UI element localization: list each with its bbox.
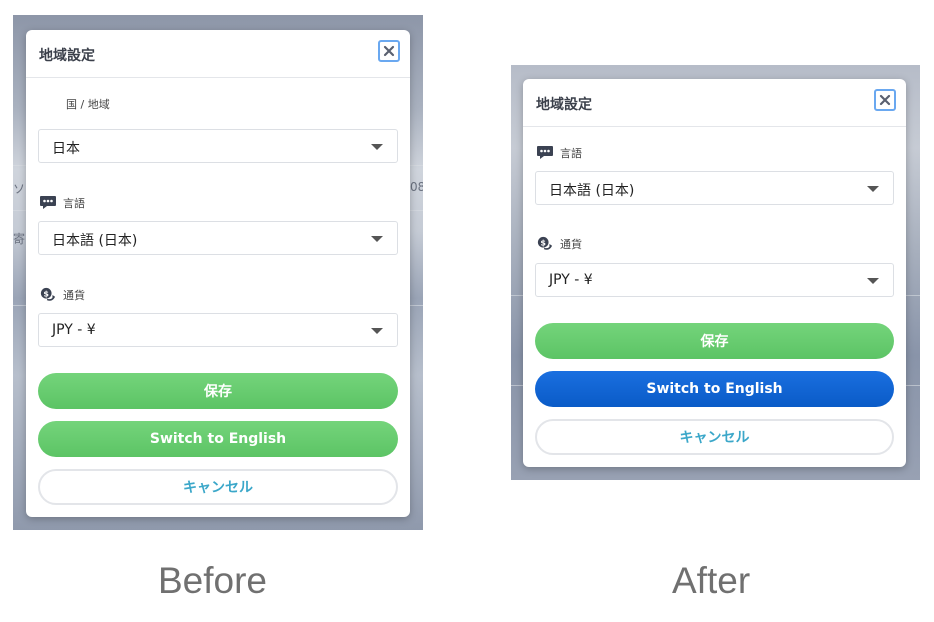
language-select[interactable]: 日本語 (日本) (38, 221, 398, 255)
dropdown-caret-icon (371, 144, 383, 150)
country-label: 国 / 地域 (66, 98, 110, 111)
currency-label-row: $ 通貨 (536, 236, 582, 252)
region-settings-dialog-before: 地域設定 国 / 地域 日本 言語 日本語 (日本) $ 通貨 JPY - ¥ … (26, 30, 410, 517)
close-button[interactable] (378, 40, 400, 62)
currency-exchange-icon: $ (40, 287, 56, 301)
currency-value: JPY - ¥ (549, 272, 593, 288)
dialog-title: 地域設定 (39, 48, 95, 64)
svg-text:$: $ (43, 289, 49, 298)
close-icon (383, 45, 395, 57)
currency-select[interactable]: JPY - ¥ (38, 313, 398, 347)
background-text: ソ (13, 182, 26, 196)
cancel-button[interactable]: キャンセル (535, 419, 894, 455)
currency-label: 通貨 (63, 289, 85, 302)
language-label-row: 言語 (39, 195, 85, 211)
background-text: 寄 (13, 232, 26, 246)
language-value: 日本語 (日本) (52, 233, 138, 249)
close-button[interactable] (874, 89, 896, 111)
svg-text:$: $ (540, 238, 546, 247)
cancel-button[interactable]: キャンセル (38, 469, 398, 505)
dropdown-caret-icon (371, 236, 383, 242)
currency-label: 通貨 (560, 238, 582, 251)
currency-label-row: $ 通貨 (39, 287, 85, 303)
country-value: 日本 (52, 141, 80, 157)
dialog-header: 地域設定 (26, 30, 410, 78)
currency-exchange-icon: $ (537, 236, 553, 250)
region-settings-dialog-after: 地域設定 言語 日本語 (日本) $ 通貨 JPY - ¥ 保存 Switch … (523, 79, 906, 467)
dialog-title: 地域設定 (536, 97, 592, 113)
chat-bubble-icon (40, 196, 56, 209)
dialog-header: 地域設定 (523, 79, 906, 127)
currency-value: JPY - ¥ (52, 322, 96, 338)
switch-to-english-button[interactable]: Switch to English (38, 421, 398, 457)
language-label-row: 言語 (536, 145, 582, 161)
language-label: 言語 (63, 197, 85, 210)
background-text: 08 (410, 180, 423, 194)
dropdown-caret-icon (867, 278, 879, 284)
after-caption: After (672, 560, 751, 601)
save-button[interactable]: 保存 (535, 323, 894, 359)
language-select[interactable]: 日本語 (日本) (535, 171, 894, 205)
save-button[interactable]: 保存 (38, 373, 398, 409)
switch-to-english-button[interactable]: Switch to English (535, 371, 894, 407)
dropdown-caret-icon (371, 328, 383, 334)
chat-bubble-icon (537, 146, 553, 159)
language-value: 日本語 (日本) (549, 183, 635, 199)
close-icon (879, 94, 891, 106)
country-select[interactable]: 日本 (38, 129, 398, 163)
dropdown-caret-icon (867, 186, 879, 192)
language-label: 言語 (560, 147, 582, 160)
currency-select[interactable]: JPY - ¥ (535, 263, 894, 297)
before-caption: Before (158, 560, 268, 601)
